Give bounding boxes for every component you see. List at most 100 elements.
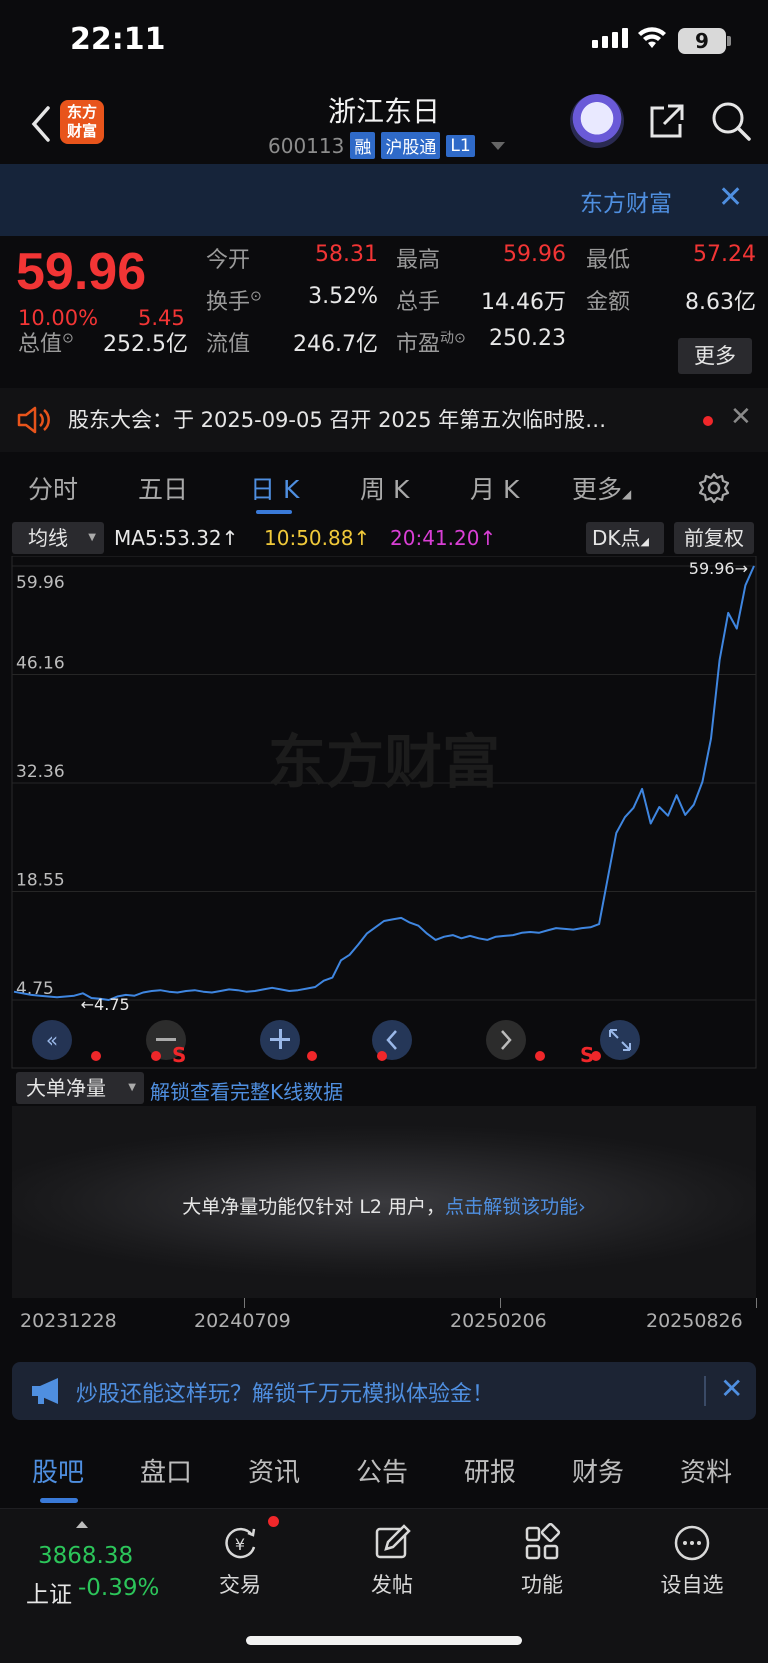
tab-monthly-k[interactable]: 月 K xyxy=(470,470,519,506)
trade-label: 交易 xyxy=(219,1573,261,1597)
tab-research[interactable]: 研报 xyxy=(464,1452,516,1489)
ma10-value: 10:50.88↑ xyxy=(264,526,371,550)
y-axis-labels: 59.9646.1632.3618.554.75 xyxy=(16,573,65,999)
volume-label: 总手 xyxy=(396,290,441,315)
tab-weekly-k[interactable]: 周 K xyxy=(360,470,409,506)
wifi-icon xyxy=(638,27,666,48)
unlock-feature-link[interactable]: 点击解锁该功能 xyxy=(445,1196,578,1218)
close-icon[interactable]: ✕ xyxy=(720,1372,743,1405)
y-tick-label: 18.55 xyxy=(16,871,65,891)
tab-underline xyxy=(40,1498,78,1503)
speaker-icon xyxy=(17,406,50,434)
tab-finance[interactable]: 财务 xyxy=(572,1452,624,1489)
tab-daily-k[interactable]: 日 K xyxy=(250,470,299,506)
big-order-row: 大单净量 解锁查看完整K线数据 xyxy=(0,1072,768,1106)
x-tick-label: 20250206 xyxy=(450,1310,547,1332)
banner-text: 东方财富 xyxy=(580,191,672,217)
pe-label: 市盈动⊙ xyxy=(396,330,466,357)
unread-dot xyxy=(703,416,713,426)
promo-banner[interactable]: 炒股还能这样玩？解锁千万元模拟体验金！ ✕ xyxy=(12,1362,756,1420)
ma20-value: 20:41.20↑ xyxy=(390,526,497,550)
share-icon[interactable] xyxy=(646,102,686,142)
tab-pankou[interactable]: 盘口 xyxy=(140,1452,192,1489)
tab-announcements[interactable]: 公告 xyxy=(356,1452,408,1489)
more-button[interactable]: 更多 xyxy=(678,338,752,374)
unlock-kline-link[interactable]: 解锁查看完整K线数据 xyxy=(150,1076,343,1105)
l2-message: 大单净量功能仅针对 L2 用户，点击解锁该功能› xyxy=(182,1196,586,1218)
last-price: 59.96 xyxy=(16,243,147,301)
signal-icon xyxy=(592,28,628,48)
low-value: 57.24 xyxy=(693,242,756,267)
signal-dot xyxy=(377,1051,387,1061)
x-tick-label: 20231228 xyxy=(20,1310,117,1332)
tab-more[interactable]: 更多◢ xyxy=(572,470,631,506)
tab-intraday[interactable]: 分时 xyxy=(28,470,78,506)
quote-panel: 59.96 10.00% 5.45 今开 58.31 最高 59.96 最低 5… xyxy=(0,236,768,384)
function-button[interactable]: 功能 xyxy=(482,1523,602,1599)
chevron-up-icon[interactable] xyxy=(76,1521,88,1528)
min-price-label: ←4.75 xyxy=(81,995,130,1014)
add-watchlist-button[interactable]: 设自选 xyxy=(632,1523,752,1599)
indicator-select[interactable]: 大单净量 xyxy=(16,1072,144,1104)
tab-five-day[interactable]: 五日 xyxy=(138,470,188,506)
index-name[interactable]: 上证 xyxy=(26,1575,72,1609)
signal-dot xyxy=(307,1051,317,1061)
trade-icon: ¥ xyxy=(225,1527,256,1559)
y-tick-label: 46.16 xyxy=(16,653,65,673)
ma5-value: MA5:53.32↑ xyxy=(114,526,239,550)
post-button[interactable]: 发帖 xyxy=(332,1523,452,1599)
l2-locked-panel: 大单净量功能仅针对 L2 用户，点击解锁该功能› xyxy=(12,1106,756,1298)
trade-button[interactable]: ¥ 交易 xyxy=(180,1523,300,1599)
zoom-in-icon[interactable] xyxy=(260,1020,300,1060)
volume-value: 14.46万 xyxy=(481,290,566,315)
home-indicator[interactable] xyxy=(246,1636,522,1645)
function-label: 功能 xyxy=(521,1573,563,1597)
pe-value: 250.23 xyxy=(489,326,566,351)
adjust-button[interactable]: 前复权 xyxy=(674,522,754,554)
chart-controls: « xyxy=(32,1020,640,1060)
stock-code-row[interactable]: 600113 融 沪股通 L1 xyxy=(268,132,505,159)
stock-code: 600113 xyxy=(268,133,345,158)
scroll-right-icon[interactable] xyxy=(486,1020,526,1060)
ma-select[interactable]: 均线 xyxy=(12,522,104,554)
status-bar: 22:11 9 xyxy=(0,0,768,84)
y-tick-label: 59.96 xyxy=(16,573,65,593)
scroll-left-fast-icon[interactable]: « xyxy=(32,1020,72,1060)
turnover-label: 换手⊙ xyxy=(206,288,262,315)
svg-text:«: « xyxy=(46,1028,58,1052)
index-value[interactable]: 3868.38 xyxy=(38,1543,133,1569)
tag-level: L1 xyxy=(446,134,475,157)
market-cap-label: 总值⊙ xyxy=(18,330,74,357)
close-icon[interactable]: ✕ xyxy=(718,180,743,215)
sell-signal-label: S xyxy=(172,1043,186,1067)
close-icon[interactable]: ✕ xyxy=(730,402,752,432)
announcement-bar[interactable]: 股东大会：于 2025-09-05 召开 2025 年第五次临时股… ✕ xyxy=(0,388,768,452)
battery-icon: 9 xyxy=(678,28,731,54)
tab-news[interactable]: 资讯 xyxy=(248,1452,300,1489)
search-icon[interactable] xyxy=(710,100,752,142)
gear-icon[interactable] xyxy=(698,472,730,504)
svg-text:¥: ¥ xyxy=(235,1535,245,1554)
ad-banner[interactable]: 东方财富 ✕ xyxy=(0,164,768,236)
tab-underline xyxy=(256,510,292,514)
tab-profile[interactable]: 资料 xyxy=(680,1452,732,1489)
float-cap-value: 246.7亿 xyxy=(293,332,378,357)
more-circle-icon xyxy=(674,1525,710,1561)
low-label: 最低 xyxy=(586,248,631,273)
tag-connect: 沪股通 xyxy=(381,132,441,159)
dk-point-button[interactable]: DK点◢ xyxy=(586,522,664,554)
tab-guba[interactable]: 股吧 xyxy=(32,1452,84,1489)
divider xyxy=(704,1376,706,1406)
fullscreen-icon[interactable] xyxy=(600,1020,640,1060)
turnover-value: 3.52% xyxy=(308,284,378,309)
price-chart[interactable]: 东方财富 59.9646.1632.3618.554.75 59.96→←4.7… xyxy=(0,556,768,1070)
high-value: 59.96 xyxy=(503,242,566,267)
y-tick-label: 32.36 xyxy=(16,762,65,782)
open-label: 今开 xyxy=(206,248,251,273)
chevron-down-icon xyxy=(490,141,505,150)
assistant-avatar-icon[interactable] xyxy=(570,94,624,148)
x-tick-label: 20240709 xyxy=(194,1310,291,1332)
index-change[interactable]: -0.39% xyxy=(78,1575,159,1601)
signal-dot xyxy=(91,1051,101,1061)
add-watchlist-label: 设自选 xyxy=(660,1573,724,1597)
